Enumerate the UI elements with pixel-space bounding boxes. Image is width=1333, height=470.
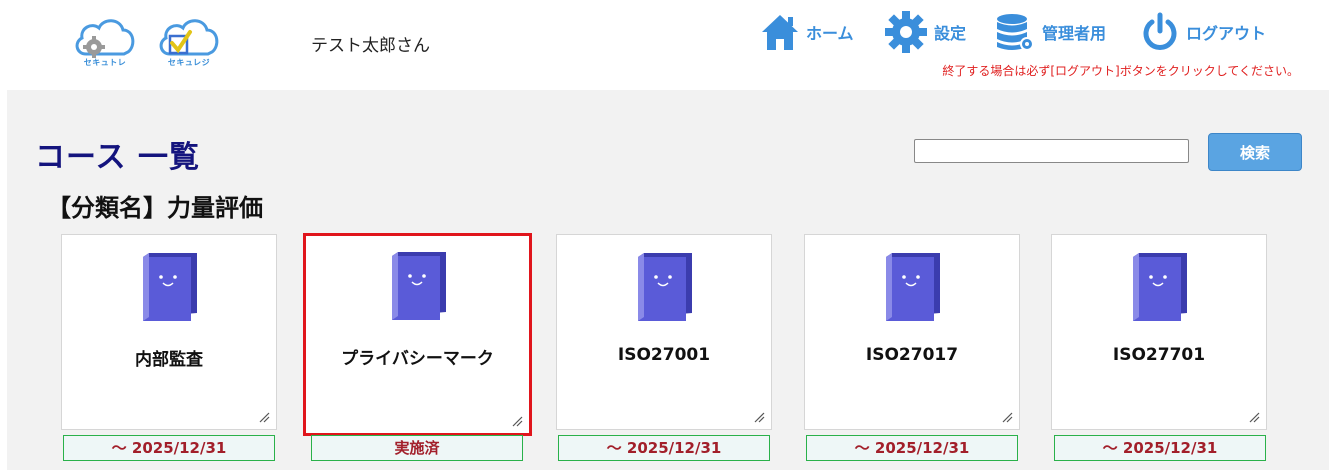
book-icon	[143, 253, 197, 321]
home-icon	[762, 15, 798, 50]
logo-caption: セキュトレ	[83, 58, 127, 67]
secureji-logo[interactable]: セキュレジ	[156, 14, 222, 70]
nav-admin-link[interactable]: 管理者用	[994, 10, 1106, 54]
app-header: セキュトレ セキュレジ テスト太郎さん ホーム 設定 管理者用 ログアウト 終了…	[0, 0, 1333, 90]
nav-logout-label: ログアウト	[1186, 24, 1267, 43]
course-list-panel: コース 一覧 検索 【分類名】力量評価 内部監査 ～ 2025/12/31 プラ…	[7, 90, 1329, 470]
power-icon	[1143, 12, 1177, 50]
course-name: 内部監査	[135, 350, 203, 370]
user-name: テスト太郎さん	[311, 36, 430, 56]
course-card[interactable]: ISO27001	[556, 234, 772, 430]
course-name: ISO27017	[865, 345, 959, 365]
resize-grip-icon	[1002, 412, 1013, 423]
course-card[interactable]: プライバシーマーク	[303, 233, 532, 436]
resize-grip-icon	[259, 412, 270, 423]
search-input[interactable]	[914, 139, 1189, 163]
course-status-badge: 実施済	[311, 435, 523, 461]
gear-icon	[885, 11, 927, 53]
resize-grip-icon	[512, 416, 523, 427]
course-name: プライバシーマーク	[341, 349, 494, 369]
nav-logout-button[interactable]: ログアウト	[1140, 10, 1266, 54]
nav-settings-label: 設定	[934, 24, 967, 43]
book-icon	[1133, 253, 1187, 321]
secutore-logo[interactable]: セキュトレ	[72, 14, 138, 70]
resize-grip-icon	[1249, 412, 1260, 423]
database-icon	[997, 14, 1034, 51]
logo-caption: セキュレジ	[167, 58, 211, 67]
course-name: ISO27701	[1112, 345, 1206, 365]
nav-home-link[interactable]: ホーム	[760, 10, 854, 54]
course-deadline-badge: ～ 2025/12/31	[1054, 435, 1266, 461]
page-title: コース 一覧	[35, 140, 200, 175]
course-deadline-badge: ～ 2025/12/31	[63, 435, 275, 461]
course-name: ISO27001	[617, 345, 711, 365]
category-heading: 【分類名】力量評価	[47, 194, 263, 222]
nav-home-label: ホーム	[806, 24, 854, 43]
book-icon	[391, 252, 446, 320]
book-icon	[638, 253, 692, 321]
resize-grip-icon	[754, 412, 765, 423]
book-icon	[886, 253, 940, 321]
nav-admin-label: 管理者用	[1042, 24, 1107, 43]
course-deadline-badge: ～ 2025/12/31	[558, 435, 770, 461]
logout-warning-text: 終了する場合は必ず[ログアウト]ボタンをクリックしてください。	[942, 64, 1299, 78]
course-card[interactable]: ISO27017	[804, 234, 1020, 430]
cloud-gear-icon	[75, 19, 135, 58]
course-deadline-badge: ～ 2025/12/31	[806, 435, 1018, 461]
cloud-checkbox-icon	[159, 19, 219, 56]
course-card[interactable]: 内部監査	[61, 234, 277, 430]
search-button[interactable]: 検索	[1208, 133, 1302, 171]
course-card[interactable]: ISO27701	[1051, 234, 1267, 430]
nav-settings-link[interactable]: 設定	[884, 10, 966, 54]
